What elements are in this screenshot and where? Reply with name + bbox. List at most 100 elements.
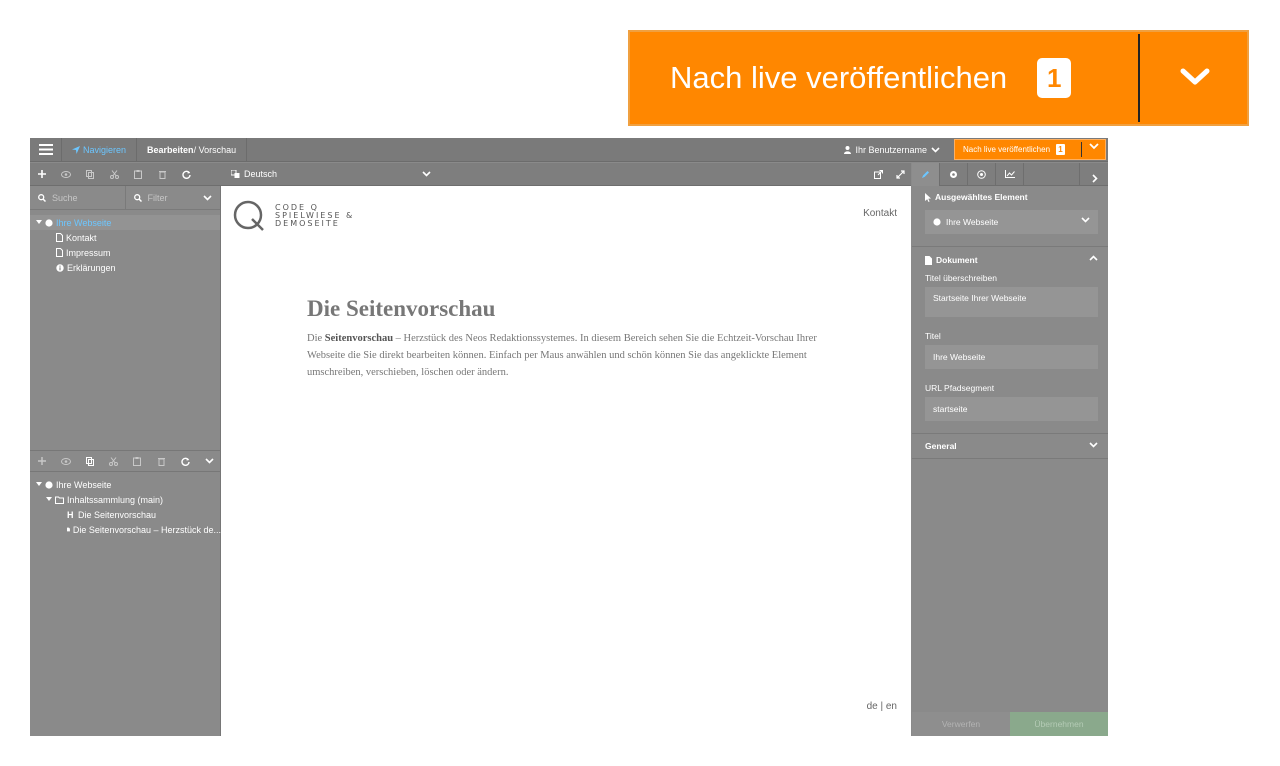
page-tree: Ihre Webseite Kontakt Impressum Erklärun…	[30, 215, 220, 275]
hamburger-menu-icon[interactable]	[30, 138, 62, 162]
general-heading[interactable]: General	[912, 434, 1108, 458]
pencil-icon[interactable]	[912, 162, 940, 186]
content-tree: Ihre Webseite Inhaltssammlung (main) H D…	[30, 477, 221, 537]
chevron-down-icon	[1081, 217, 1090, 223]
language-icon	[231, 170, 240, 178]
search-icon	[133, 193, 142, 202]
publish-label: Nach live veröffentlichen	[963, 145, 1051, 154]
copy-icon[interactable]	[78, 169, 102, 179]
language-label: Deutsch	[244, 169, 278, 179]
language-switch[interactable]: de | en	[867, 701, 897, 712]
title-override-field[interactable]: Startseite Ihrer Webseite	[925, 287, 1098, 317]
add-icon[interactable]	[30, 457, 54, 465]
tree-item-label: Inhaltssammlung (main)	[67, 494, 164, 505]
page-preview[interactable]: CODE Q SPIELWIESE & DEMOSEITE Kontakt Di…	[221, 186, 911, 736]
discard-button[interactable]: Verwerfen	[912, 712, 1010, 736]
tree-item-kontakt[interactable]: Kontakt	[30, 230, 220, 245]
paste-icon[interactable]	[126, 456, 150, 466]
globe-icon	[933, 218, 941, 226]
content-tree-toolbar	[30, 450, 221, 472]
document-heading[interactable]: Dokument	[912, 249, 1108, 271]
inspector-toolbar	[912, 162, 1108, 186]
chevron-down-icon[interactable]	[1089, 143, 1099, 150]
delete-icon[interactable]	[149, 457, 173, 466]
publish-callout[interactable]: Nach live veröffentlichen 1	[628, 30, 1249, 126]
selected-element-heading: Ausgewähltes Element	[912, 186, 1108, 208]
page-icon	[56, 233, 63, 242]
tree-item-label: Die Seitenvorschau	[78, 509, 157, 520]
paragraph-bold: Seitenvorschau	[324, 333, 394, 344]
inspector-footer: Verwerfen Übernehmen	[912, 712, 1108, 736]
chevron-down-icon	[1089, 442, 1098, 448]
publish-separator	[1081, 142, 1082, 157]
eye-icon[interactable]	[54, 457, 78, 465]
language-selector[interactable]: Deutsch	[231, 169, 431, 179]
eye-icon[interactable]	[54, 170, 78, 178]
url-segment-label: URL Pfadsegment	[925, 383, 995, 393]
edit-preview-tab[interactable]: Bearbeiten / Vorschau	[137, 138, 248, 162]
selected-element-select[interactable]: Ihre Webseite	[925, 210, 1098, 234]
cursor-icon	[925, 192, 931, 202]
user-icon	[844, 146, 852, 154]
document-title: Dokument	[936, 255, 978, 265]
filter-label: Filter	[147, 192, 168, 203]
add-icon[interactable]	[30, 170, 54, 178]
article[interactable]: Die Seitenvorschau Die Seitenvorschau – …	[307, 296, 827, 381]
heading-icon: H	[67, 509, 74, 520]
selected-element-section: Ausgewähltes Element Ihre Webseite	[912, 186, 1108, 247]
title-field[interactable]: Ihre Webseite	[925, 345, 1098, 369]
article-paragraph[interactable]: Die Seitenvorschau – Herzstück des Neos …	[307, 330, 827, 381]
inspector-panel: Ausgewähltes Element Ihre Webseite Dokum…	[912, 186, 1108, 736]
copy-icon[interactable]	[78, 456, 102, 466]
chevron-down-icon[interactable]	[1178, 62, 1212, 92]
refresh-icon[interactable]	[173, 457, 197, 466]
selected-element-title: Ausgewähltes Element	[935, 192, 1028, 202]
delete-icon[interactable]	[150, 170, 174, 179]
url-segment-field[interactable]: startseite	[925, 397, 1098, 421]
refresh-icon[interactable]	[174, 170, 198, 179]
content-tree-item-ihre-webseite[interactable]: Ihre Webseite	[30, 477, 221, 492]
paste-icon[interactable]	[126, 169, 150, 179]
selected-element-value: Ihre Webseite	[946, 217, 999, 227]
site-logo[interactable]: CODE Q SPIELWIESE & DEMOSEITE	[233, 200, 354, 232]
chevron-down-icon[interactable]	[197, 458, 221, 464]
tree-item-label: Kontakt	[66, 232, 97, 243]
cut-icon[interactable]	[102, 169, 126, 179]
general-title: General	[925, 441, 957, 451]
left-sidebar: Suche Filter Ihre Webseite Kontakt Impre…	[30, 186, 221, 736]
content-tree-item-inhaltssammlung[interactable]: Inhaltssammlung (main)	[30, 492, 221, 507]
kontakt-link[interactable]: Kontakt	[863, 208, 897, 219]
apply-button[interactable]: Übernehmen	[1010, 712, 1108, 736]
title-override-label: Titel überschreiben	[925, 273, 997, 283]
external-link-icon[interactable]	[874, 170, 883, 181]
tree-item-label: Ihre Webseite	[56, 217, 112, 228]
cut-icon[interactable]	[102, 456, 126, 466]
target-icon[interactable]	[968, 162, 996, 186]
content-tree-item-text[interactable]: Die Seitenvorschau – Herzstück de...	[30, 522, 221, 537]
text-icon	[67, 527, 70, 532]
search-input[interactable]: Suche	[30, 186, 125, 209]
page-heading[interactable]: Die Seitenvorschau	[307, 296, 827, 322]
info-icon	[56, 263, 64, 272]
logo-q-icon	[233, 200, 264, 231]
navigate-tab[interactable]: Navigieren	[62, 138, 138, 162]
paragraph-prefix: Die	[307, 333, 325, 344]
tree-item-erklaerungen[interactable]: Erklärungen	[30, 260, 220, 275]
user-menu[interactable]: Ihr Benutzername	[844, 138, 946, 162]
tree-item-label: Ihre Webseite	[56, 479, 112, 490]
globe-icon	[45, 218, 53, 227]
chart-icon[interactable]	[996, 162, 1024, 186]
tree-item-ihre-webseite[interactable]: Ihre Webseite	[30, 215, 220, 230]
caret-down-icon	[46, 497, 52, 501]
navigate-label: Navigieren	[83, 144, 127, 155]
folder-icon	[55, 496, 64, 504]
fullscreen-icon[interactable]	[896, 170, 905, 181]
location-arrow-icon	[72, 145, 80, 154]
settings-icon[interactable]	[940, 162, 968, 186]
tree-item-impressum[interactable]: Impressum	[30, 245, 220, 260]
publish-button[interactable]: Nach live veröffentlichen 1	[954, 139, 1106, 160]
filter-select[interactable]: Filter	[124, 186, 221, 209]
content-tree-item-heading[interactable]: H Die Seitenvorschau	[30, 507, 221, 522]
preview-label: / Vorschau	[193, 144, 237, 155]
tree-item-label: Impressum	[66, 247, 111, 258]
